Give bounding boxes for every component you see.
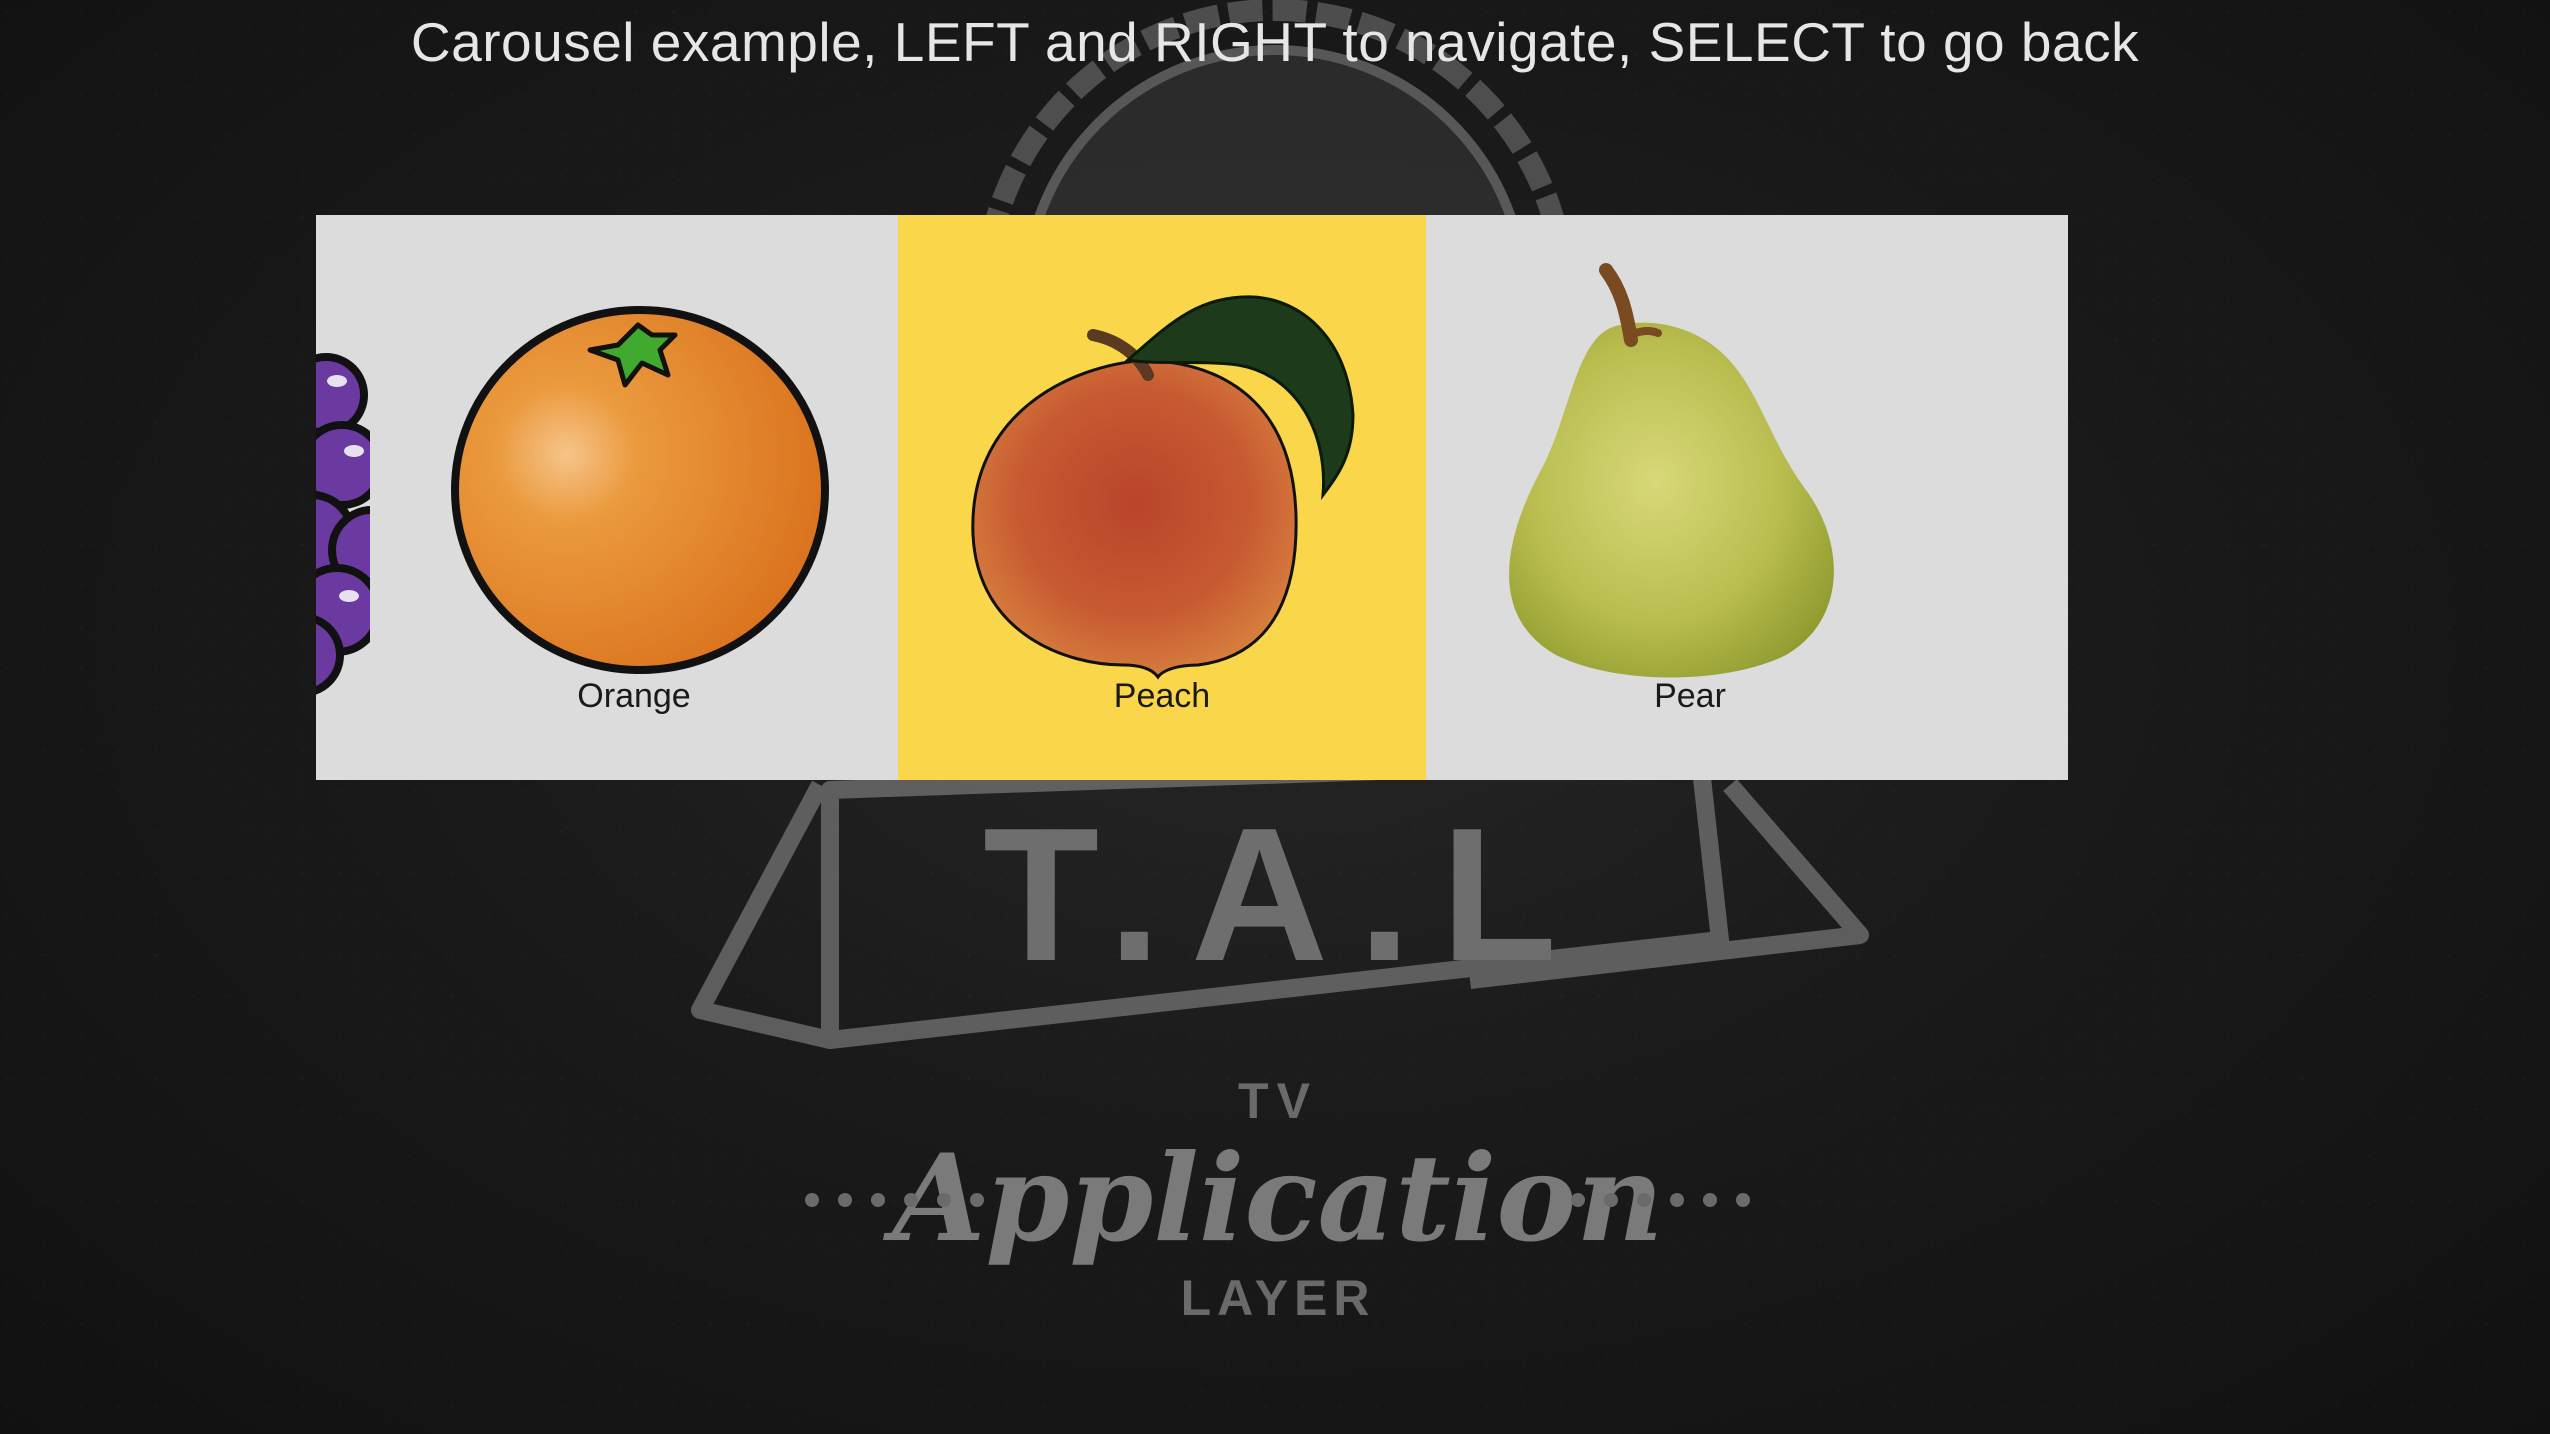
carousel-item-label: Orange: [577, 677, 691, 715]
instructions-text: Carousel example, LEFT and RIGHT to navi…: [410, 11, 2140, 73]
carousel-item-peach[interactable]: Peach: [898, 215, 1426, 780]
carousel-item-pear[interactable]: Pear: [1426, 215, 2068, 780]
carousel-item-orange[interactable]: Orange: [370, 215, 898, 780]
carousel-track: Orange Peach Pear: [316, 215, 2068, 780]
carousel-item-label: Pear: [1654, 677, 1726, 715]
layer-text: LAYER: [1181, 1270, 1376, 1326]
pear-icon: [1509, 263, 1834, 678]
peach-icon: [971, 295, 1355, 680]
orange-icon: [451, 306, 829, 674]
tv-text: TV: [1238, 1073, 1318, 1129]
fruit-carousel[interactable]: Orange Peach Pear: [316, 215, 2068, 780]
application-text: Application: [882, 1128, 1663, 1269]
carousel-item-grapes[interactable]: [316, 215, 370, 780]
carousel-item-label: Peach: [1113, 677, 1211, 715]
grapes-icon: [316, 353, 370, 695]
badge-text: T.A.L: [983, 789, 1587, 1001]
